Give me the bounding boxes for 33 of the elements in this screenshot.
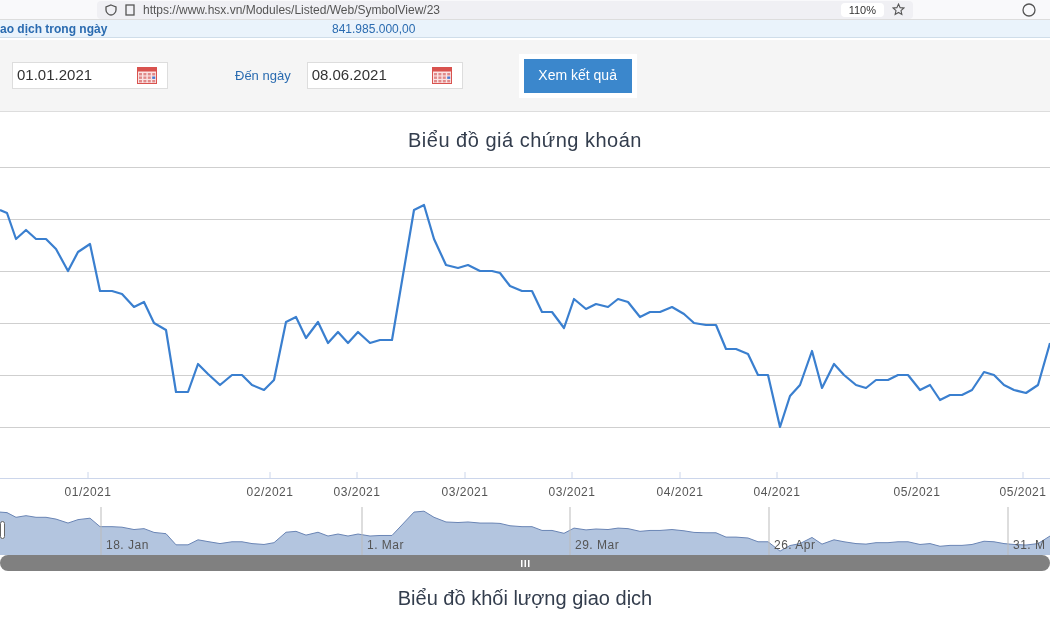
axis-label: 05/2021	[999, 484, 1047, 501]
to-date-label: Đến ngày	[235, 66, 291, 85]
axis-label: 03/2021	[441, 484, 489, 501]
navigator-label: 29. Mar	[575, 537, 620, 554]
navigator-handle[interactable]	[0, 521, 5, 539]
navigator-label: 18. Jan	[106, 537, 149, 554]
to-date-field[interactable]: 08.06.2021	[306, 62, 463, 89]
chart-title: Biểu đồ giá chứng khoán	[408, 127, 642, 153]
page-icon[interactable]	[125, 3, 135, 16]
navigator-scrollbar[interactable]	[0, 555, 1050, 571]
navigator-label: 31. M	[1013, 537, 1046, 554]
view-results-button[interactable]: Xem kết quả	[523, 58, 632, 93]
star-icon[interactable]	[892, 3, 905, 16]
axis-label: 04/2021	[753, 484, 801, 501]
calendar-icon[interactable]	[137, 67, 157, 84]
zoom-level[interactable]: 110%	[840, 2, 884, 17]
axis-label: 01/2021	[64, 484, 112, 501]
navigator-label: 26. Apr	[774, 537, 816, 554]
section-title: Biểu đồ khối lượng giao dịch	[397, 587, 653, 609]
axis-label: 02/2021	[246, 484, 294, 501]
shield-icon[interactable]	[105, 3, 117, 16]
from-date-field[interactable]: 01.01.2021	[12, 62, 168, 89]
grip-icon[interactable]	[520, 559, 530, 567]
axis-label: 03/2021	[548, 484, 596, 501]
axis-label: 03/2021	[333, 484, 381, 501]
info-value: 841.985.000,00	[332, 22, 416, 35]
info-label: ao dịch trong ngày	[0, 22, 109, 35]
address-bar-url[interactable]: https://www.hsx.vn/Modules/Listed/Web/SymbolView/23	[143, 3, 441, 16]
account-icon[interactable]	[1022, 2, 1036, 17]
axis-label: 04/2021	[656, 484, 704, 501]
navigator-label: 1. Mar	[367, 537, 404, 554]
calendar-icon[interactable]	[431, 67, 452, 84]
axis-label: 05/2021	[893, 484, 941, 501]
